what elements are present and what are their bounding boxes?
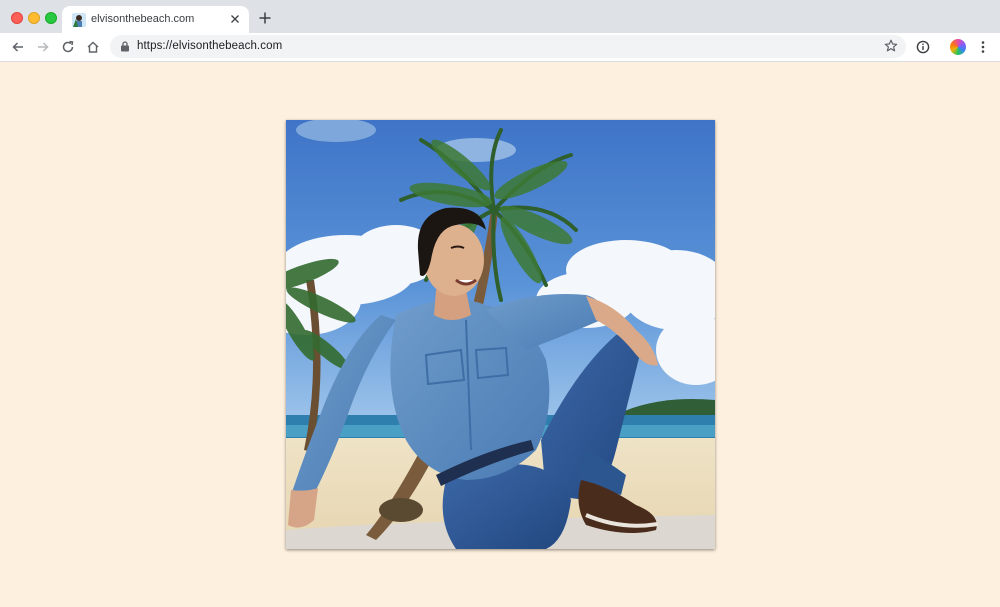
photo-illustration: [286, 120, 715, 549]
elvis-on-beach-photo: [286, 120, 715, 549]
kebab-menu-icon[interactable]: [975, 39, 991, 55]
window-minimize-button[interactable]: [28, 12, 40, 24]
info-icon[interactable]: [915, 39, 931, 55]
address-bar[interactable]: https://elvisonthebeach.com: [110, 35, 906, 58]
page-viewport: [0, 62, 1000, 607]
profile-avatar[interactable]: [950, 39, 966, 55]
tab-strip: elvisonthebeach.com: [0, 0, 1000, 33]
star-icon[interactable]: [884, 39, 898, 53]
window-zoom-button[interactable]: [45, 12, 57, 24]
plus-icon[interactable]: [258, 11, 272, 25]
lock-icon: [121, 41, 129, 52]
browser-toolbar: https://elvisonthebeach.com: [0, 33, 1000, 62]
elvis-favicon-icon: [72, 13, 86, 27]
url-text[interactable]: https://elvisonthebeach.com: [137, 40, 282, 53]
home-icon[interactable]: [85, 39, 101, 55]
browser-tab[interactable]: elvisonthebeach.com: [62, 6, 249, 33]
reload-icon[interactable]: [60, 39, 76, 55]
forward-arrow-icon[interactable]: [35, 39, 51, 55]
close-icon[interactable]: [228, 12, 242, 26]
window-close-button[interactable]: [11, 12, 23, 24]
tab-title: elvisonthebeach.com: [91, 13, 195, 25]
back-arrow-icon[interactable]: [10, 39, 26, 55]
